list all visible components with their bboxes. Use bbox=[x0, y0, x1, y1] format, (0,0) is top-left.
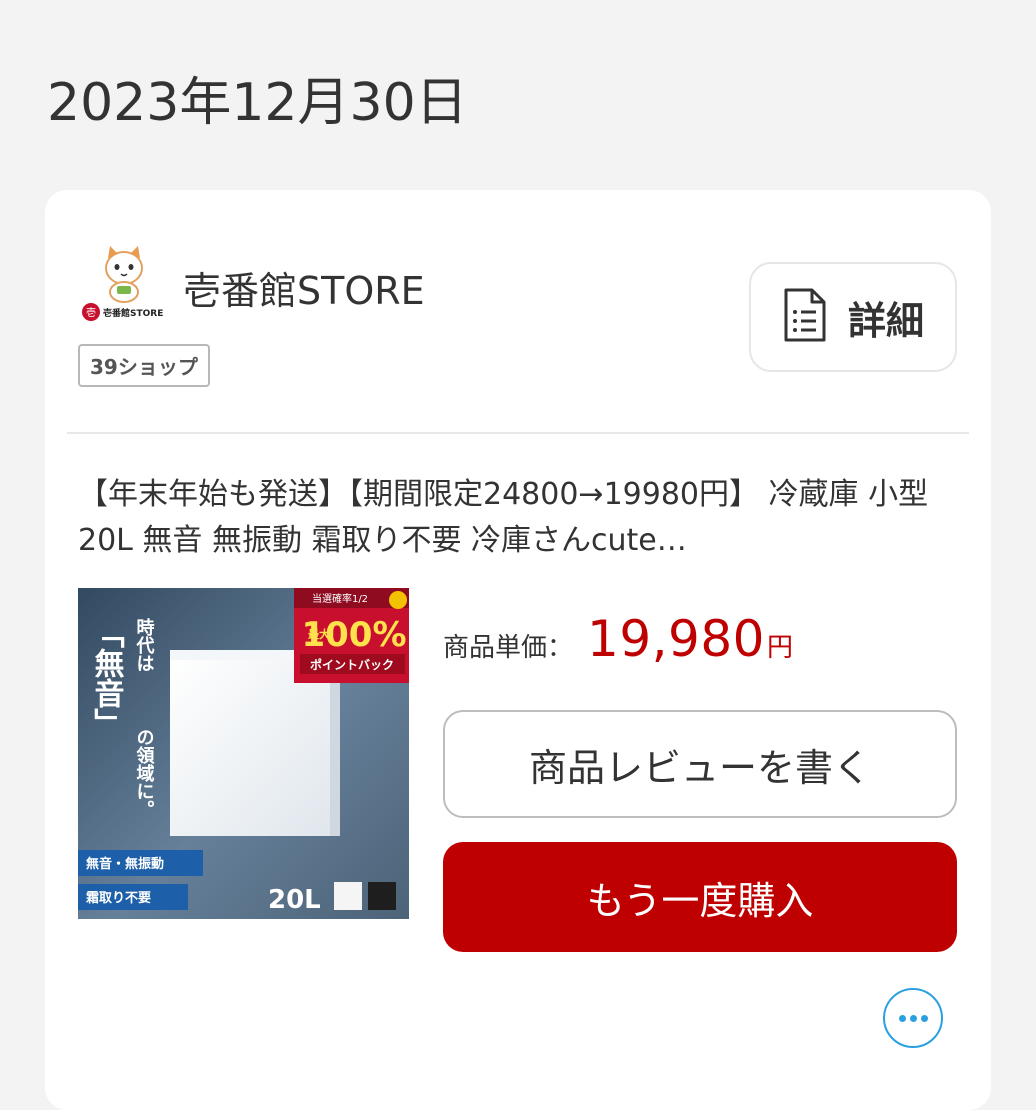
svg-text:の領域に。: の領域に。 bbox=[134, 728, 155, 818]
divider bbox=[67, 432, 969, 434]
buy-again-button[interactable]: もう一度購入 bbox=[443, 842, 957, 952]
svg-text:100%: 100% bbox=[301, 615, 406, 655]
write-review-button[interactable]: 商品レビューを書く bbox=[443, 710, 957, 818]
shop-name[interactable]: 壱番館STORE bbox=[183, 260, 425, 315]
more-icon[interactable] bbox=[883, 988, 943, 1048]
svg-text:「無音」: 「無音」 bbox=[89, 618, 125, 738]
order-card: 壱 壱番館STORE 壱番館STORE 39ショップ 詳細 【年末年始も発送】【… bbox=[45, 190, 991, 1110]
price-label: 商品単価： bbox=[443, 633, 574, 663]
svg-text:無音・無振動: 無音・無振動 bbox=[86, 856, 164, 872]
svg-text:20L: 20L bbox=[268, 885, 321, 915]
svg-text:時代は: 時代は bbox=[134, 618, 156, 672]
shop-tag-badge: 39ショップ bbox=[78, 344, 210, 387]
product-title[interactable]: 【年末年始も発送】【期間限定24800→19980円】 冷蔵庫 小型 20L 無… bbox=[78, 472, 958, 564]
document-icon bbox=[782, 288, 828, 346]
shop-logo[interactable]: 壱 壱番館STORE bbox=[79, 240, 169, 330]
product-image[interactable]: 当選確率1/2 最大 100% ポイントバック 時代は 「無音」 の領域に。 無… bbox=[78, 588, 409, 919]
detail-button-label: 詳細 bbox=[847, 298, 924, 343]
svg-text:壱: 壱 bbox=[86, 306, 96, 319]
svg-text:当選確率1/2: 当選確率1/2 bbox=[312, 592, 368, 605]
svg-text:ポイントバック: ポイントバック bbox=[310, 657, 394, 672]
detail-button[interactable]: 詳細 bbox=[749, 262, 957, 372]
price-row: 商品単価： 19,980 円 bbox=[443, 610, 793, 668]
price-value: 19,980 bbox=[587, 610, 765, 668]
price-unit: 円 bbox=[766, 633, 793, 663]
svg-text:霜取り不要: 霜取り不要 bbox=[85, 891, 151, 906]
svg-text:壱番館STORE: 壱番館STORE bbox=[103, 307, 163, 319]
order-date: 2023年12月30日 bbox=[47, 73, 468, 133]
